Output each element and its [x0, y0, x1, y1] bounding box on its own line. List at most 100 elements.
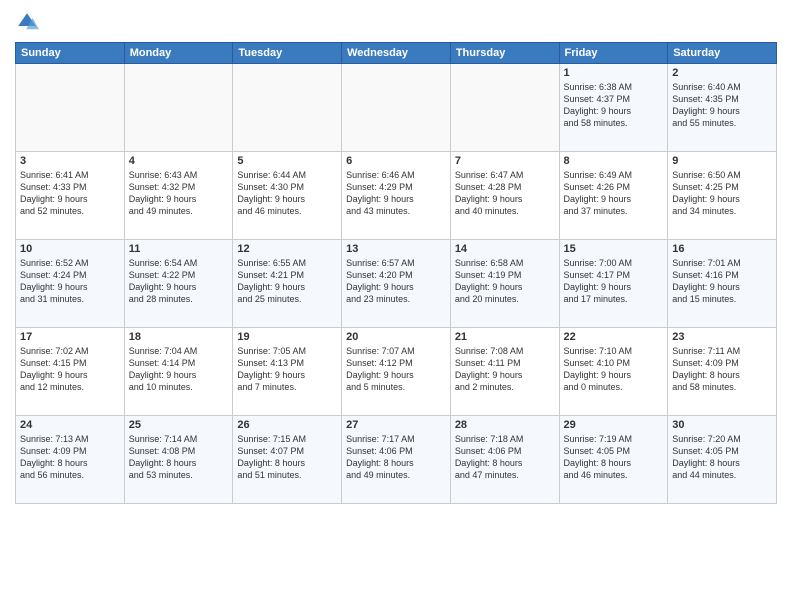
logo-icon — [15, 10, 39, 34]
calendar-week-5: 24 Sunrise: 7:13 AM Sunset: 4:09 PM Dayli… — [16, 416, 777, 504]
day-info: Sunrise: 7:08 AM Sunset: 4:11 PM Dayligh… — [455, 345, 555, 394]
day-info: Sunrise: 6:47 AM Sunset: 4:28 PM Dayligh… — [455, 169, 555, 218]
day-number: 10 — [20, 243, 120, 255]
calendar-cell: 19 Sunrise: 7:05 AM Sunset: 4:13 PM Dayli… — [233, 328, 342, 416]
calendar-cell: 17Sunrise: 7:02 AM Sunset: 4:15 PM Dayli… — [16, 328, 125, 416]
calendar-cell: 25 Sunrise: 7:14 AM Sunset: 4:08 PM Dayli… — [124, 416, 233, 504]
day-number: 30 — [672, 419, 772, 431]
day-info: Sunrise: 6:44 AM Sunset: 4:30 PM Dayligh… — [237, 169, 337, 218]
day-number: 23 — [672, 331, 772, 343]
calendar-cell: 23Sunrise: 7:11 AM Sunset: 4:09 PM Dayli… — [668, 328, 777, 416]
calendar-cell — [16, 64, 125, 152]
day-number: 26 — [237, 419, 337, 431]
day-number: 3 — [20, 155, 120, 167]
weekday-header-monday: Monday — [124, 43, 233, 64]
day-number: 25 — [129, 419, 229, 431]
logo — [15, 10, 43, 34]
day-number: 16 — [672, 243, 772, 255]
weekday-header-sunday: Sunday — [16, 43, 125, 64]
day-number: 9 — [672, 155, 772, 167]
calendar-cell: 16Sunrise: 7:01 AM Sunset: 4:16 PM Dayli… — [668, 240, 777, 328]
calendar-cell: 29Sunrise: 7:19 AM Sunset: 4:05 PM Dayli… — [559, 416, 668, 504]
day-info: Sunrise: 6:57 AM Sunset: 4:20 PM Dayligh… — [346, 257, 446, 306]
day-info: Sunrise: 7:10 AM Sunset: 4:10 PM Dayligh… — [564, 345, 664, 394]
calendar-cell: 5 Sunrise: 6:44 AM Sunset: 4:30 PM Daylig… — [233, 152, 342, 240]
day-info: Sunrise: 6:38 AM Sunset: 4:37 PM Dayligh… — [564, 81, 664, 130]
calendar-cell: 13Sunrise: 6:57 AM Sunset: 4:20 PM Dayli… — [342, 240, 451, 328]
day-info: Sunrise: 7:13 AM Sunset: 4:09 PM Dayligh… — [20, 433, 120, 482]
day-info: Sunrise: 7:18 AM Sunset: 4:06 PM Dayligh… — [455, 433, 555, 482]
day-number: 7 — [455, 155, 555, 167]
weekday-header-thursday: Thursday — [450, 43, 559, 64]
page: SundayMondayTuesdayWednesdayThursdayFrid… — [0, 0, 792, 612]
calendar-cell: 7 Sunrise: 6:47 AM Sunset: 4:28 PM Daylig… — [450, 152, 559, 240]
day-info: Sunrise: 7:15 AM Sunset: 4:07 PM Dayligh… — [237, 433, 337, 482]
day-info: Sunrise: 7:00 AM Sunset: 4:17 PM Dayligh… — [564, 257, 664, 306]
calendar-cell: 9 Sunrise: 6:50 AM Sunset: 4:25 PM Daylig… — [668, 152, 777, 240]
calendar-cell: 2Sunrise: 6:40 AM Sunset: 4:35 PM Daylig… — [668, 64, 777, 152]
calendar-cell: 21 Sunrise: 7:08 AM Sunset: 4:11 PM Dayli… — [450, 328, 559, 416]
calendar-cell: 20 Sunrise: 7:07 AM Sunset: 4:12 PM Dayli… — [342, 328, 451, 416]
calendar-cell: 6 Sunrise: 6:46 AM Sunset: 4:29 PM Daylig… — [342, 152, 451, 240]
day-info: Sunrise: 6:55 AM Sunset: 4:21 PM Dayligh… — [237, 257, 337, 306]
day-number: 24 — [20, 419, 120, 431]
day-number: 27 — [346, 419, 446, 431]
calendar-week-3: 10Sunrise: 6:52 AM Sunset: 4:24 PM Dayli… — [16, 240, 777, 328]
day-info: Sunrise: 6:50 AM Sunset: 4:25 PM Dayligh… — [672, 169, 772, 218]
day-number: 14 — [455, 243, 555, 255]
day-info: Sunrise: 6:54 AM Sunset: 4:22 PM Dayligh… — [129, 257, 229, 306]
weekday-header-row: SundayMondayTuesdayWednesdayThursdayFrid… — [16, 43, 777, 64]
day-number: 6 — [346, 155, 446, 167]
calendar-cell: 11Sunrise: 6:54 AM Sunset: 4:22 PM Dayli… — [124, 240, 233, 328]
day-number: 15 — [564, 243, 664, 255]
calendar-cell — [233, 64, 342, 152]
calendar-cell: 4Sunrise: 6:43 AM Sunset: 4:32 PM Daylig… — [124, 152, 233, 240]
day-number: 18 — [129, 331, 229, 343]
day-number: 5 — [237, 155, 337, 167]
day-info: Sunrise: 6:41 AM Sunset: 4:33 PM Dayligh… — [20, 169, 120, 218]
calendar-cell: 22Sunrise: 7:10 AM Sunset: 4:10 PM Dayli… — [559, 328, 668, 416]
weekday-header-saturday: Saturday — [668, 43, 777, 64]
calendar-cell: 8 Sunrise: 6:49 AM Sunset: 4:26 PM Daylig… — [559, 152, 668, 240]
day-number: 4 — [129, 155, 229, 167]
calendar-week-1: 1 Sunrise: 6:38 AM Sunset: 4:37 PM Daylig… — [16, 64, 777, 152]
calendar-cell: 12 Sunrise: 6:55 AM Sunset: 4:21 PM Dayli… — [233, 240, 342, 328]
calendar-cell: 27 Sunrise: 7:17 AM Sunset: 4:06 PM Dayli… — [342, 416, 451, 504]
day-number: 1 — [564, 67, 664, 79]
day-info: Sunrise: 6:46 AM Sunset: 4:29 PM Dayligh… — [346, 169, 446, 218]
calendar-cell: 28 Sunrise: 7:18 AM Sunset: 4:06 PM Dayli… — [450, 416, 559, 504]
day-info: Sunrise: 7:04 AM Sunset: 4:14 PM Dayligh… — [129, 345, 229, 394]
calendar-cell: 14Sunrise: 6:58 AM Sunset: 4:19 PM Dayli… — [450, 240, 559, 328]
day-info: Sunrise: 7:14 AM Sunset: 4:08 PM Dayligh… — [129, 433, 229, 482]
header — [15, 10, 777, 34]
calendar-cell: 18 Sunrise: 7:04 AM Sunset: 4:14 PM Dayli… — [124, 328, 233, 416]
calendar-table: SundayMondayTuesdayWednesdayThursdayFrid… — [15, 42, 777, 504]
calendar-cell — [450, 64, 559, 152]
calendar-body: 1 Sunrise: 6:38 AM Sunset: 4:37 PM Daylig… — [16, 64, 777, 504]
calendar-cell: 26 Sunrise: 7:15 AM Sunset: 4:07 PM Dayli… — [233, 416, 342, 504]
day-info: Sunrise: 7:17 AM Sunset: 4:06 PM Dayligh… — [346, 433, 446, 482]
calendar-cell: 1 Sunrise: 6:38 AM Sunset: 4:37 PM Daylig… — [559, 64, 668, 152]
calendar-cell: 15 Sunrise: 7:00 AM Sunset: 4:17 PM Dayli… — [559, 240, 668, 328]
day-info: Sunrise: 6:49 AM Sunset: 4:26 PM Dayligh… — [564, 169, 664, 218]
day-number: 28 — [455, 419, 555, 431]
calendar-week-2: 3 Sunrise: 6:41 AM Sunset: 4:33 PM Daylig… — [16, 152, 777, 240]
calendar-cell: 10Sunrise: 6:52 AM Sunset: 4:24 PM Dayli… — [16, 240, 125, 328]
day-number: 21 — [455, 331, 555, 343]
day-info: Sunrise: 7:02 AM Sunset: 4:15 PM Dayligh… — [20, 345, 120, 394]
day-number: 19 — [237, 331, 337, 343]
calendar-cell — [124, 64, 233, 152]
day-number: 20 — [346, 331, 446, 343]
calendar-cell: 30 Sunrise: 7:20 AM Sunset: 4:05 PM Dayli… — [668, 416, 777, 504]
day-info: Sunrise: 7:05 AM Sunset: 4:13 PM Dayligh… — [237, 345, 337, 394]
weekday-header-friday: Friday — [559, 43, 668, 64]
day-number: 8 — [564, 155, 664, 167]
calendar-cell: 24 Sunrise: 7:13 AM Sunset: 4:09 PM Dayli… — [16, 416, 125, 504]
calendar-week-4: 17Sunrise: 7:02 AM Sunset: 4:15 PM Dayli… — [16, 328, 777, 416]
weekday-header-tuesday: Tuesday — [233, 43, 342, 64]
calendar-cell — [342, 64, 451, 152]
day-info: Sunrise: 7:20 AM Sunset: 4:05 PM Dayligh… — [672, 433, 772, 482]
weekday-header-wednesday: Wednesday — [342, 43, 451, 64]
day-info: Sunrise: 7:07 AM Sunset: 4:12 PM Dayligh… — [346, 345, 446, 394]
day-number: 12 — [237, 243, 337, 255]
